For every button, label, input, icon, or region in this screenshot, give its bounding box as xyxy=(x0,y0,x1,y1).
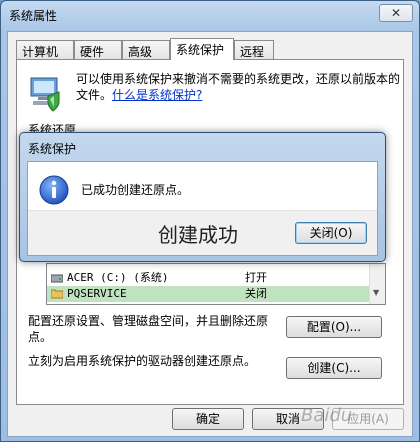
drive-status: 打开 xyxy=(245,271,267,284)
folder-icon xyxy=(51,289,63,299)
success-caption: 创建成功 xyxy=(158,223,238,247)
description-text: 可以使用系统保护来撤消不需要的系统更改，还原以前版本的文件。什么是系统保护? xyxy=(76,72,401,102)
create-description: 立刻为启用系统保护的驱动器创建还原点。 xyxy=(28,354,257,368)
drives-list-scrollbar[interactable]: ▼ xyxy=(369,264,385,304)
tab-computer-name[interactable]: 计算机名 xyxy=(16,40,74,76)
tab-advanced[interactable]: 高级 xyxy=(122,40,170,59)
drive-status: 关闭 xyxy=(245,287,267,300)
info-icon xyxy=(39,175,69,205)
window-close-button[interactable]: ✕ xyxy=(379,4,413,22)
system-properties-window: 系统属性 ✕ 计算机名 硬件 高级 系统保护 远程 可以使用系统保护来撤消不需要… xyxy=(0,0,420,442)
scroll-down-arrow-icon[interactable]: ▼ xyxy=(373,288,379,297)
drive-row[interactable]: ACER (C:) (系统) 打开 xyxy=(47,270,370,286)
drive-icon xyxy=(51,274,63,283)
drive-name: ACER (C:) (系统) xyxy=(67,271,169,284)
drive-name: PQSERVICE xyxy=(67,287,127,300)
window-title: 系统属性 xyxy=(9,9,58,23)
dialog-title: 系统保护 xyxy=(28,142,77,156)
drives-list[interactable]: ACER (C:) (系统) 打开 PQSERVICE 关闭 ▼ xyxy=(46,263,386,305)
configure-description: 配置还原设置、管理磁盘空间，并且删除还原点。 xyxy=(28,314,269,344)
tab-remote[interactable]: 远程 xyxy=(234,40,274,59)
ok-button[interactable]: 确定 xyxy=(172,408,244,430)
title-bar[interactable]: 系统属性 ✕ xyxy=(1,1,419,31)
create-button[interactable]: 创建(C)... xyxy=(286,357,382,379)
dialog-close-button[interactable]: 关闭(O) xyxy=(295,222,367,244)
tab-hardware[interactable]: 硬件 xyxy=(74,40,122,59)
dialog-message: 已成功创建还原点。 xyxy=(81,183,190,197)
what-is-system-protection-link[interactable]: 什么是系统保护? xyxy=(112,88,202,102)
system-protection-icon xyxy=(30,77,60,112)
configure-button[interactable]: 配置(O)... xyxy=(286,316,382,338)
drive-row[interactable]: PQSERVICE 关闭 xyxy=(47,286,370,302)
tab-system-protection[interactable]: 系统保护 xyxy=(170,38,234,60)
watermark: Baidu xyxy=(301,405,353,426)
